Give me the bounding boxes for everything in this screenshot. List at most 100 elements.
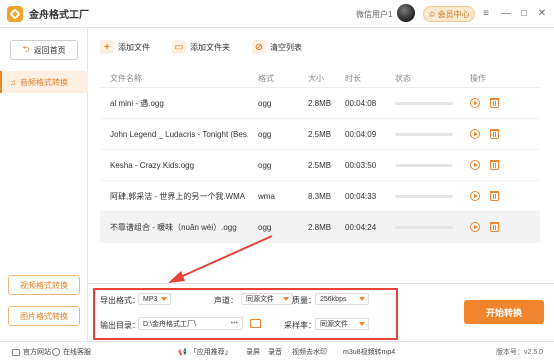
minimize-icon[interactable]: — [498, 5, 514, 21]
file-format: ogg [258, 222, 272, 232]
trash-icon[interactable] [490, 160, 499, 170]
support-label: 在线客服 [63, 349, 91, 356]
actions-cell [470, 129, 540, 139]
play-icon[interactable] [470, 98, 480, 108]
header-status: 状态 [395, 74, 411, 83]
video-convert-button[interactable]: 视频格式转换 [8, 275, 80, 295]
add-file-button[interactable]: + 添加文件 [100, 38, 150, 56]
vip-center-button[interactable]: ♔ 会员中心 [423, 6, 475, 22]
status-cell [385, 194, 470, 198]
table-row[interactable]: Kesha - Crazy Kids.ogg ogg 2.5MB 00:03:50 [100, 150, 540, 181]
table-row[interactable]: John Legend _ Ludacris - Tonight (Bes...… [100, 119, 540, 150]
back-home-label: 返回首页 [33, 45, 66, 55]
support-link[interactable]: 在线客服 [52, 347, 91, 357]
play-icon[interactable] [470, 160, 480, 170]
file-format: ogg [258, 129, 272, 139]
output-dir-value: D:\金舟格式工厂\ [143, 320, 196, 328]
file-size: 8.3MB [308, 191, 332, 201]
file-format: ogg [258, 160, 272, 170]
version-label: 版本号：v2.5.0 [496, 349, 544, 356]
chevron-down-icon [359, 322, 365, 326]
status-cell [385, 132, 470, 136]
username[interactable]: 微信用户1 [356, 9, 392, 20]
file-table: 文件名称 格式 大小 时长 状态 操作 al mini - 遇.ogg ogg 2.… [100, 70, 540, 243]
status-cell [385, 163, 470, 167]
trash-icon[interactable] [490, 191, 499, 201]
app-link-record-audio[interactable]: 录音 [268, 347, 282, 357]
play-icon[interactable] [470, 222, 480, 232]
file-size: 2.5MB [308, 129, 332, 139]
sample-rate-select[interactable]: 同源文件 [315, 318, 369, 330]
crown-icon: ♔ [428, 9, 436, 19]
channel-select[interactable]: 同源文件 [241, 293, 293, 305]
menu-icon[interactable]: ≡ [478, 5, 494, 21]
file-format: wma [258, 191, 275, 201]
app-link-remove-watermark[interactable]: 视频去水印 [292, 347, 327, 357]
export-format-select[interactable]: MP3 [138, 293, 171, 305]
file-size: 2.8MB [308, 98, 332, 108]
add-folder-label: 添加文件夹 [190, 42, 230, 52]
maximize-icon[interactable]: □ [516, 5, 532, 21]
app-title: 金舟格式工厂 [29, 10, 89, 21]
app-link-m3u8[interactable]: m3u8视频转mp4 [343, 347, 395, 357]
file-duration: 00:04:09 [345, 129, 377, 139]
sidebar-item-label: 音频格式转换 [20, 77, 68, 87]
start-convert-button[interactable]: 开始转换 [464, 300, 544, 324]
sidebar-item-audio-convert[interactable]: ♫ 音频格式转换 [0, 71, 88, 93]
file-duration: 00:03:50 [345, 160, 377, 170]
trash-icon[interactable] [490, 129, 499, 139]
app-link-record-screen[interactable]: 录屏 [246, 347, 260, 357]
browse-more-button[interactable]: ••• [231, 320, 238, 327]
actions-cell [470, 160, 540, 170]
vip-label: 会员中心 [437, 9, 470, 19]
chevron-down-icon [359, 297, 365, 301]
play-icon[interactable] [470, 191, 480, 201]
website-link[interactable]: 官方网站 [12, 347, 51, 357]
monitor-icon [12, 348, 20, 356]
output-settings: 导出格式： MP3 声道： 同源文件 质量： 256kbps 输出目录： D:\… [88, 283, 554, 341]
table-row[interactable]: 阿肆,郭采洁 - 世界上的另一个我.WMA wma 8.3MB 00:04:33 [100, 181, 540, 212]
back-home-button[interactable]: ⮌ 返回首页 [10, 40, 78, 60]
header-format: 格式 [258, 74, 274, 83]
output-dir-field[interactable]: D:\金舟格式工厂\ ••• [138, 317, 243, 330]
app-logo-icon [7, 5, 23, 22]
file-name: al mini - 遇.ogg [110, 98, 164, 108]
progress-bar [395, 194, 453, 198]
status-cell [385, 101, 470, 105]
sample-rate-value: 同源文件 [320, 321, 348, 328]
close-icon[interactable]: ✕ [534, 5, 550, 21]
header-name: 文件名称 [110, 74, 142, 83]
actions-cell [470, 98, 540, 108]
file-duration: 00:04:24 [345, 222, 377, 232]
progress-bar [395, 163, 453, 167]
open-folder-icon[interactable] [250, 319, 261, 328]
header-actions: 操作 [470, 74, 486, 83]
back-arrow-icon: ⮌ [22, 44, 30, 54]
quality-select[interactable]: 256kbps [315, 293, 369, 305]
file-name: 不靠谱组合 - 暖味（nuǎn wèi）.ogg [110, 222, 237, 232]
file-duration: 00:04:08 [345, 98, 377, 108]
file-name: John Legend _ Ludacris - Tonight (Bes... [110, 129, 248, 139]
music-icon: ♫ [10, 77, 16, 87]
add-folder-button[interactable]: ▭ 添加文件夹 [172, 38, 230, 56]
trash-icon[interactable] [490, 98, 499, 108]
website-label: 官方网站 [23, 349, 51, 356]
quality-value: 256kbps [320, 295, 347, 303]
table-row[interactable]: al mini - 遇.ogg ogg 2.8MB 00:04:08 [100, 88, 540, 119]
trash-icon[interactable] [490, 222, 499, 232]
table-row[interactable]: 不靠谱组合 - 暖味（nuǎn wèi）.ogg ogg 2.8MB 00:04:24 [100, 212, 540, 243]
file-name: Kesha - Crazy Kids.ogg [110, 160, 195, 170]
sample-rate-label: 采样率： [284, 321, 316, 330]
play-icon[interactable] [470, 129, 480, 139]
footer: 官方网站 在线客服 📢 「应用推荐」 录屏 录音 视频去水印 m3u8视频转mp… [0, 341, 554, 360]
file-size: 2.8MB [308, 222, 332, 232]
chevron-down-icon [161, 297, 167, 301]
plus-icon: + [100, 40, 114, 54]
export-format-value: MP3 [143, 295, 158, 303]
folder-icon: ▭ [172, 40, 186, 54]
clear-list-button[interactable]: ⊘ 清空列表 [252, 38, 302, 56]
image-convert-button[interactable]: 图片格式转换 [8, 306, 80, 326]
avatar[interactable] [397, 4, 415, 22]
channel-value: 同源文件 [246, 296, 274, 303]
progress-bar [395, 101, 453, 105]
